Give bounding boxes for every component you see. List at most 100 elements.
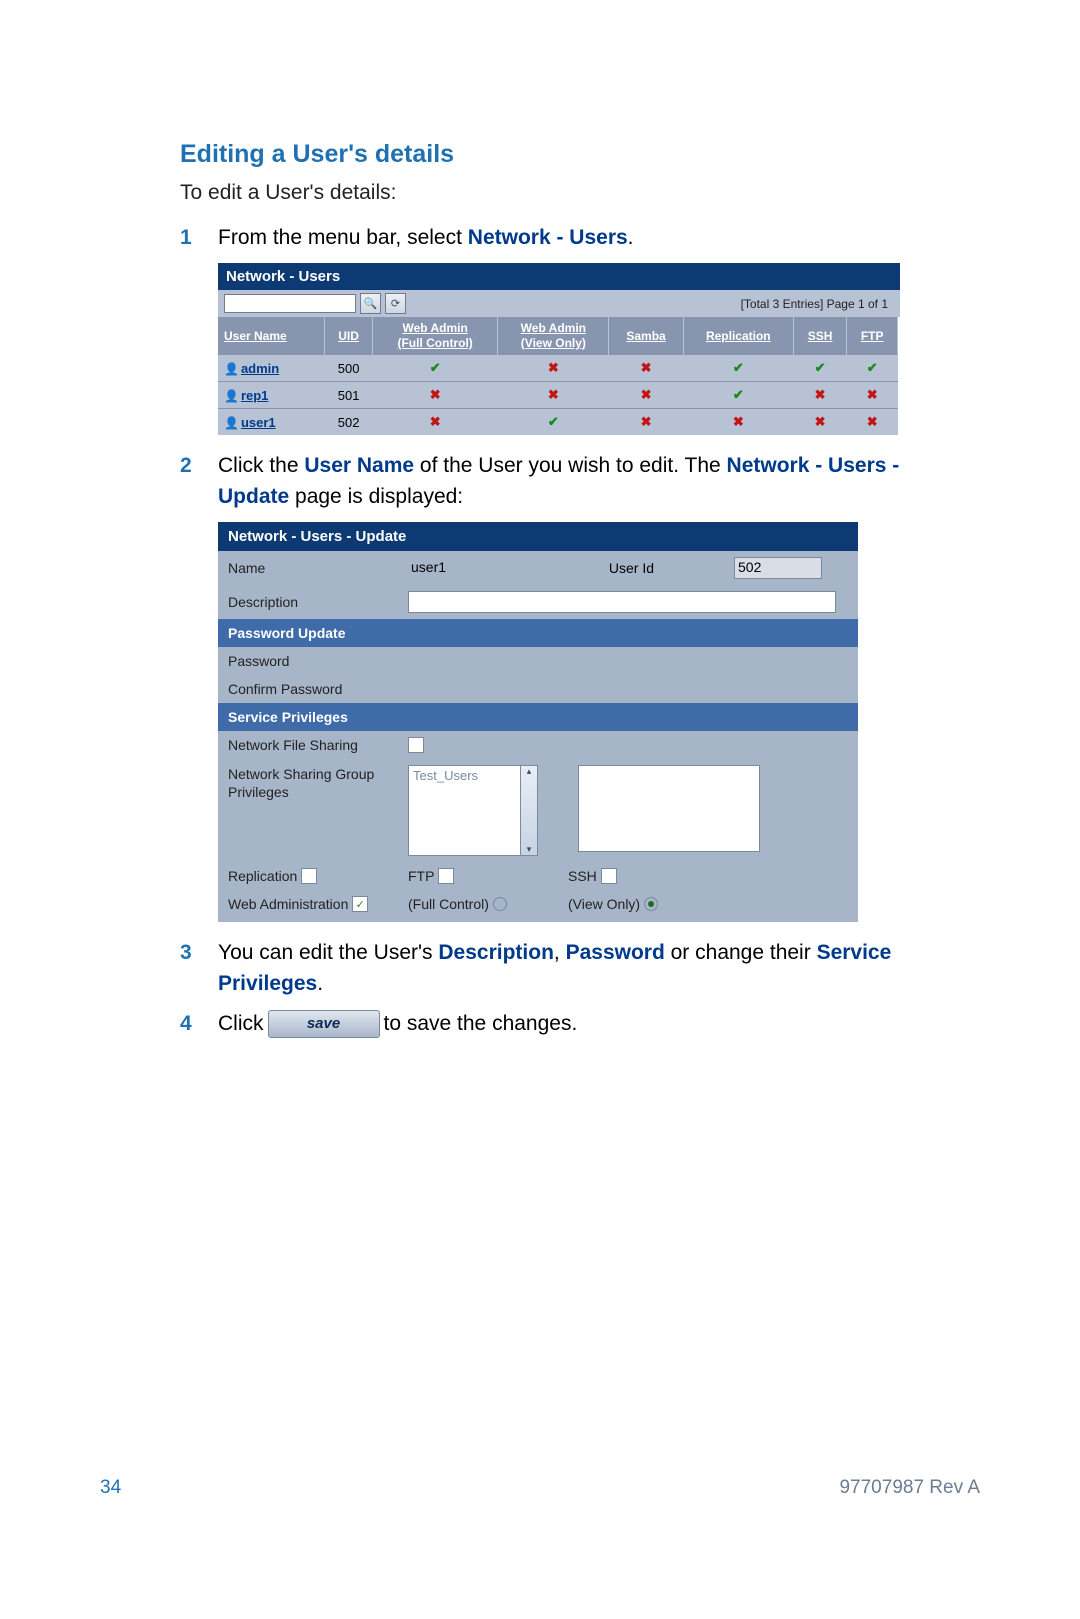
scroll-up-icon[interactable]: ▴ [527, 766, 532, 777]
user-icon: 👤 [224, 389, 239, 403]
refresh-icon[interactable]: ⟳ [385, 293, 406, 314]
table-row: 👤admin500✔✖✖✔✔✔ [218, 355, 898, 382]
scroll-down-icon[interactable]: ▾ [527, 844, 532, 855]
status-cell: ✔ [683, 355, 793, 382]
user-icon: 👤 [224, 362, 239, 376]
view-only-radio[interactable] [644, 897, 658, 911]
user-icon: 👤 [224, 416, 239, 430]
ssh-checkbox[interactable] [601, 868, 617, 884]
step-4-text-a: Click [218, 1009, 264, 1039]
x-icon: ✖ [867, 387, 878, 402]
x-icon: ✖ [430, 387, 441, 402]
ftp-checkbox[interactable] [438, 868, 454, 884]
x-icon: ✖ [430, 414, 441, 429]
col-webadmin-full[interactable]: Web Admin(Full Control) [373, 317, 498, 354]
user-update-panel: Network - Users - Update Name user1 User… [218, 522, 858, 922]
status-cell: ✖ [847, 382, 898, 409]
step-2: 2 Click the User Name of the User you wi… [180, 451, 900, 512]
step-2-text-c: page is displayed: [289, 485, 463, 508]
save-button[interactable]: save [268, 1010, 380, 1038]
username-link[interactable]: admin [241, 361, 279, 376]
replication-checkbox[interactable] [301, 868, 317, 884]
check-icon: ✔ [733, 360, 744, 375]
step-3-description: Description [438, 941, 554, 964]
nfs-checkbox[interactable] [408, 737, 424, 753]
label-userid: User Id [544, 560, 654, 576]
label-name: Name [228, 560, 398, 576]
step-1-number: 1 [180, 223, 200, 253]
pagination-summary: [Total 3 Entries] Page 1 of 1 [741, 297, 894, 311]
step-1: 1 From the menu bar, select Network - Us… [180, 223, 900, 253]
x-icon: ✖ [815, 414, 826, 429]
step-3-password: Password [566, 941, 665, 964]
col-ssh[interactable]: SSH [793, 317, 846, 354]
step-3-text-b: or change their [665, 941, 817, 964]
col-webadmin-view[interactable]: Web Admin(View Only) [498, 317, 609, 354]
step-2-number: 2 [180, 451, 200, 512]
user-cell: 👤admin [218, 355, 325, 382]
step-3-number: 3 [180, 938, 200, 999]
username-link[interactable]: rep1 [241, 388, 268, 403]
label-view-only: (View Only) [568, 896, 640, 912]
status-cell: ✖ [609, 409, 683, 436]
full-control-radio[interactable] [493, 897, 507, 911]
users-panel-title: Network - Users [218, 263, 900, 290]
x-icon: ✖ [548, 387, 559, 402]
label-webadmin: Web Administration [228, 896, 348, 912]
doc-revision: 97707987 Rev A [839, 1477, 980, 1499]
step-3-text-c: . [317, 972, 323, 995]
check-icon: ✔ [430, 360, 441, 375]
label-ftp: FTP [408, 868, 434, 884]
intro-text: To edit a User's details: [180, 181, 900, 205]
x-icon: ✖ [867, 414, 878, 429]
check-icon: ✔ [548, 414, 559, 429]
uid-cell: 502 [325, 409, 373, 436]
search-icon[interactable]: 🔍 [360, 293, 381, 314]
status-cell: ✔ [847, 355, 898, 382]
name-value: user1 [408, 558, 534, 578]
uid-cell: 501 [325, 382, 373, 409]
page-number: 34 [100, 1477, 121, 1499]
step-3-text-a: You can edit the User's [218, 941, 438, 964]
listbox-scrollbar[interactable]: ▴▾ [520, 766, 537, 855]
step-4-number: 4 [180, 1009, 200, 1039]
available-groups-listbox[interactable]: Test_Users ▴▾ [408, 765, 538, 856]
search-input[interactable] [224, 294, 356, 313]
user-cell: 👤user1 [218, 409, 325, 436]
label-ssh: SSH [568, 868, 597, 884]
users-table: User Name UID Web Admin(Full Control) We… [218, 317, 898, 435]
label-group-privileges: Network Sharing Group Privileges [228, 765, 398, 801]
label-replication: Replication [228, 868, 297, 884]
status-cell: ✖ [609, 382, 683, 409]
col-replication[interactable]: Replication [683, 317, 793, 354]
x-icon: ✖ [733, 414, 744, 429]
status-cell: ✖ [847, 409, 898, 436]
users-panel: Network - Users 🔍 ⟳ [Total 3 Entries] Pa… [218, 263, 900, 435]
status-cell: ✖ [498, 355, 609, 382]
username-link[interactable]: user1 [241, 415, 276, 430]
step-2-username: User Name [304, 454, 414, 477]
x-icon: ✖ [641, 414, 652, 429]
description-field[interactable] [408, 591, 836, 613]
x-icon: ✖ [815, 387, 826, 402]
user-cell: 👤rep1 [218, 382, 325, 409]
assigned-groups-listbox[interactable] [578, 765, 760, 852]
col-uid[interactable]: UID [325, 317, 373, 354]
userid-field: 502 [734, 557, 822, 579]
step-4: 4 Click save to save the changes. [180, 1009, 900, 1039]
section-service-privileges: Service Privileges [218, 703, 858, 731]
label-full-control: (Full Control) [408, 896, 489, 912]
status-cell: ✖ [793, 382, 846, 409]
col-ftp[interactable]: FTP [847, 317, 898, 354]
x-icon: ✖ [641, 360, 652, 375]
col-username[interactable]: User Name [218, 317, 325, 354]
label-confirm-password: Confirm Password [228, 681, 398, 697]
step-2-text-a: Click the [218, 454, 304, 477]
users-toolbar: 🔍 ⟳ [Total 3 Entries] Page 1 of 1 [218, 290, 900, 317]
col-samba[interactable]: Samba [609, 317, 683, 354]
status-cell: ✔ [373, 355, 498, 382]
step-3: 3 You can edit the User's Description, P… [180, 938, 900, 999]
table-row: 👤user1502✖✔✖✖✖✖ [218, 409, 898, 436]
group-item[interactable]: Test_Users [413, 768, 478, 783]
webadmin-checkbox[interactable]: ✓ [352, 896, 368, 912]
